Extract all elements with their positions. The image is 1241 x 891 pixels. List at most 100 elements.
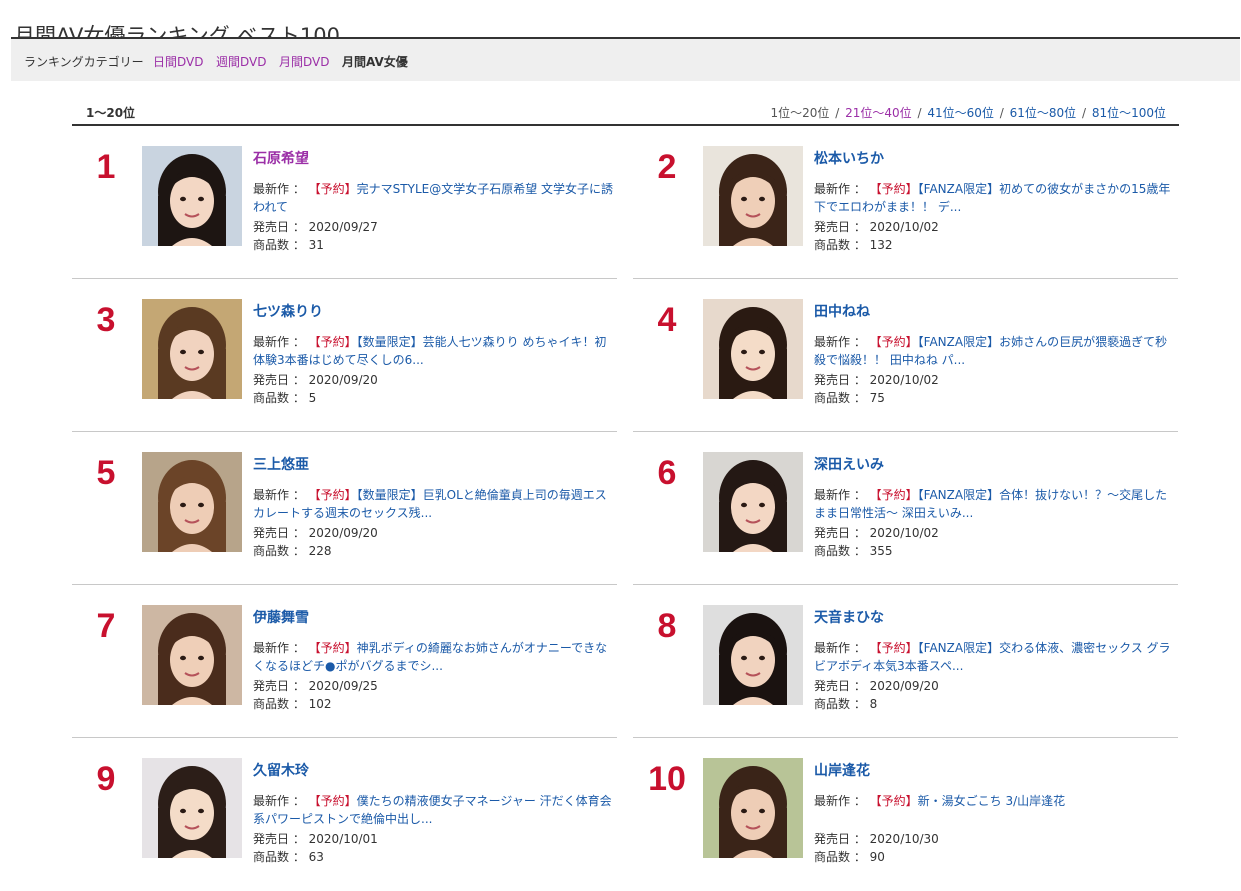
rank-number: 7 <box>96 607 116 645</box>
product-count-label: 商品数 ： <box>814 544 866 558</box>
product-count: 商品数 ： 63 <box>253 848 324 865</box>
page-41-60-link[interactable]: 41位〜60位 <box>927 106 994 120</box>
actress-portrait-image <box>703 299 803 399</box>
product-count-value: 5 <box>308 391 317 405</box>
release-date-label: 発売日 ： <box>253 526 305 540</box>
actress-photo[interactable] <box>703 146 803 246</box>
actress-entry: 3 七ツ森りり 最新作 ： 【予約】【数量限定】芸能人七ツ森りり めちゃイキ！初… <box>72 279 617 432</box>
actress-entry: 2 松本いちか 最新作 ： 【予約】【FANZA限定】初めての彼女がまさかの15… <box>633 126 1178 279</box>
actress-name-link[interactable]: 深田えいみ <box>814 454 884 474</box>
actress-name-link[interactable]: 七ツ森りり <box>253 301 323 321</box>
product-count-value: 31 <box>308 238 324 252</box>
release-date-label: 発売日 ： <box>253 373 305 387</box>
release-date-value: 2020/09/20 <box>308 373 378 387</box>
product-count: 商品数 ： 75 <box>814 389 885 406</box>
reservation-tag: 【予約】 <box>308 641 357 655</box>
product-count-label: 商品数 ： <box>253 697 305 711</box>
latest-work-label: 最新作 ： <box>253 794 305 808</box>
latest-work: 最新作 ： 【予約】新・湯女ごこち 3/山岸逢花 <box>814 792 1177 810</box>
latest-work-label: 最新作 ： <box>814 335 866 349</box>
actress-photo[interactable] <box>142 758 242 858</box>
actress-entry: 4 田中ねね 最新作 ： 【予約】【FANZA限定】お姉さんの巨尻が猥褻過ぎて秒… <box>633 279 1178 432</box>
product-count-value: 75 <box>869 391 885 405</box>
release-date-label: 発売日 ： <box>253 220 305 234</box>
release-date-label: 発売日 ： <box>814 679 866 693</box>
latest-work-link[interactable]: 新・湯女ごこち 3/山岸逢花 <box>918 794 1066 808</box>
latest-work: 最新作 ： 【予約】【数量限定】巨乳OLと絶倫童貞上司の毎週エスカレートする週末… <box>253 486 616 522</box>
latest-work-link[interactable]: 【FANZA限定】交わる体液、濃密セックス グラビアボディ本気3本番スペ... <box>814 641 1171 673</box>
latest-work-link[interactable]: 神乳ボディの綺麗なお姉さんがオナニーできなくなるほどチ●ポがバグるまでシ... <box>253 641 607 673</box>
latest-work-label: 最新作 ： <box>253 182 305 196</box>
actress-photo[interactable] <box>142 452 242 552</box>
actress-photo[interactable] <box>703 452 803 552</box>
product-count: 商品数 ： 90 <box>814 848 885 865</box>
release-date: 発売日 ： 2020/09/27 <box>253 218 378 235</box>
actress-photo[interactable] <box>142 299 242 399</box>
product-count: 商品数 ： 5 <box>253 389 316 406</box>
latest-work-link[interactable]: 【FANZA限定】お姉さんの巨尻が猥褻過ぎて秒殺で悩殺！！ 田中ねね パ... <box>814 335 1167 367</box>
release-date-label: 発売日 ： <box>253 832 305 846</box>
actress-name-link[interactable]: 山岸逢花 <box>814 760 870 780</box>
latest-work-link[interactable]: 僕たちの精液便女子マネージャー 汗だく体育会系パワーピストンで絶倫中出し... <box>253 794 612 826</box>
actress-name-link[interactable]: 三上悠亜 <box>253 454 309 474</box>
release-date-value: 2020/09/27 <box>308 220 378 234</box>
actress-name-link[interactable]: 田中ねね <box>814 301 870 321</box>
product-count-label: 商品数 ： <box>253 391 305 405</box>
release-date-label: 発売日 ： <box>253 679 305 693</box>
latest-work-link[interactable]: 完ナマSTYLE@文学女子石原希望 文学女子に誘われて <box>253 182 613 214</box>
page-21-40-link[interactable]: 21位〜40位 <box>845 106 912 120</box>
product-count-label: 商品数 ： <box>253 544 305 558</box>
reservation-tag: 【予約】 <box>869 794 918 808</box>
latest-work-label: 最新作 ： <box>253 488 305 502</box>
reservation-tag: 【予約】 <box>869 335 918 349</box>
actress-name-link[interactable]: 久留木玲 <box>253 760 309 780</box>
actress-entry: 9 久留木玲 最新作 ： 【予約】僕たちの精液便女子マネージャー 汗だく体育会系… <box>72 738 617 891</box>
latest-work-link[interactable]: 【数量限定】巨乳OLと絶倫童貞上司の毎週エスカレートする週末のセックス残... <box>253 488 607 520</box>
actress-name-link[interactable]: 松本いちか <box>814 148 884 168</box>
actress-portrait-image <box>703 758 803 858</box>
latest-work-link[interactable]: 【FANZA限定】初めての彼女がまさかの15歳年下でエロわがまま！！ デ... <box>814 182 1170 214</box>
actress-entry: 7 伊藤舞雪 最新作 ： 【予約】神乳ボディの綺麗なお姉さんがオナニーできなくな… <box>72 585 617 738</box>
rank-number: 10 <box>648 760 686 798</box>
release-date-label: 発売日 ： <box>814 526 866 540</box>
reservation-tag: 【予約】 <box>308 182 357 196</box>
actress-portrait-image <box>703 452 803 552</box>
category-monthly-actress-current: 月間AV女優 <box>342 55 408 69</box>
rank-number: 9 <box>96 760 116 798</box>
category-weekly-dvd-link[interactable]: 週間DVD <box>216 53 266 70</box>
latest-work-link[interactable]: 【数量限定】芸能人七ツ森りり めちゃイキ！初体験3本番はじめて尽くしの6... <box>253 335 607 367</box>
page-61-80-link[interactable]: 61位〜80位 <box>1010 106 1077 120</box>
reservation-tag: 【予約】 <box>869 488 918 502</box>
release-date: 発売日 ： 2020/09/25 <box>253 677 378 694</box>
release-date-value: 2020/10/30 <box>869 832 939 846</box>
actress-photo[interactable] <box>142 605 242 705</box>
product-count-value: 132 <box>869 238 893 252</box>
actress-photo[interactable] <box>703 605 803 705</box>
product-count-label: 商品数 ： <box>814 391 866 405</box>
latest-work: 最新作 ： 【予約】神乳ボディの綺麗なお姉さんがオナニーできなくなるほどチ●ポが… <box>253 639 616 675</box>
actress-photo[interactable] <box>703 758 803 858</box>
latest-work-link[interactable]: 【FANZA限定】合体！抜けない！？〜交尾したまま日常性活〜 深田えいみ... <box>814 488 1167 520</box>
release-date-value: 2020/10/02 <box>869 373 939 387</box>
pager-separator: / <box>835 106 840 120</box>
release-date: 発売日 ： 2020/10/02 <box>814 218 939 235</box>
actress-portrait-image <box>703 605 803 705</box>
latest-work: 最新作 ： 【予約】【FANZA限定】合体！抜けない！？〜交尾したまま日常性活〜… <box>814 486 1177 522</box>
actress-photo[interactable] <box>142 146 242 246</box>
latest-work-label: 最新作 ： <box>253 335 305 349</box>
release-date: 発売日 ： 2020/10/02 <box>814 371 939 388</box>
actress-photo[interactable] <box>703 299 803 399</box>
ranking-category-bar: ランキングカテゴリー 日間DVD 週間DVD 月間DVD 月間AV女優 <box>11 39 1240 81</box>
actress-entry: 8 天音まひな 最新作 ： 【予約】【FANZA限定】交わる体液、濃密セックス … <box>633 585 1178 738</box>
actress-name-link[interactable]: 天音まひな <box>814 607 884 627</box>
latest-work: 最新作 ： 【予約】【数量限定】芸能人七ツ森りり めちゃイキ！初体験3本番はじめ… <box>253 333 616 369</box>
release-date: 発売日 ： 2020/09/20 <box>253 524 378 541</box>
product-count-value: 63 <box>308 850 324 864</box>
category-daily-dvd-link[interactable]: 日間DVD <box>153 53 203 70</box>
product-count: 商品数 ： 228 <box>253 542 332 559</box>
actress-name-link[interactable]: 石原希望 <box>253 148 309 168</box>
actress-name-link[interactable]: 伊藤舞雪 <box>253 607 309 627</box>
latest-work: 最新作 ： 【予約】【FANZA限定】お姉さんの巨尻が猥褻過ぎて秒殺で悩殺！！ … <box>814 333 1177 369</box>
page-81-100-link[interactable]: 81位〜100位 <box>1092 106 1166 120</box>
category-monthly-dvd-link[interactable]: 月間DVD <box>279 53 329 70</box>
